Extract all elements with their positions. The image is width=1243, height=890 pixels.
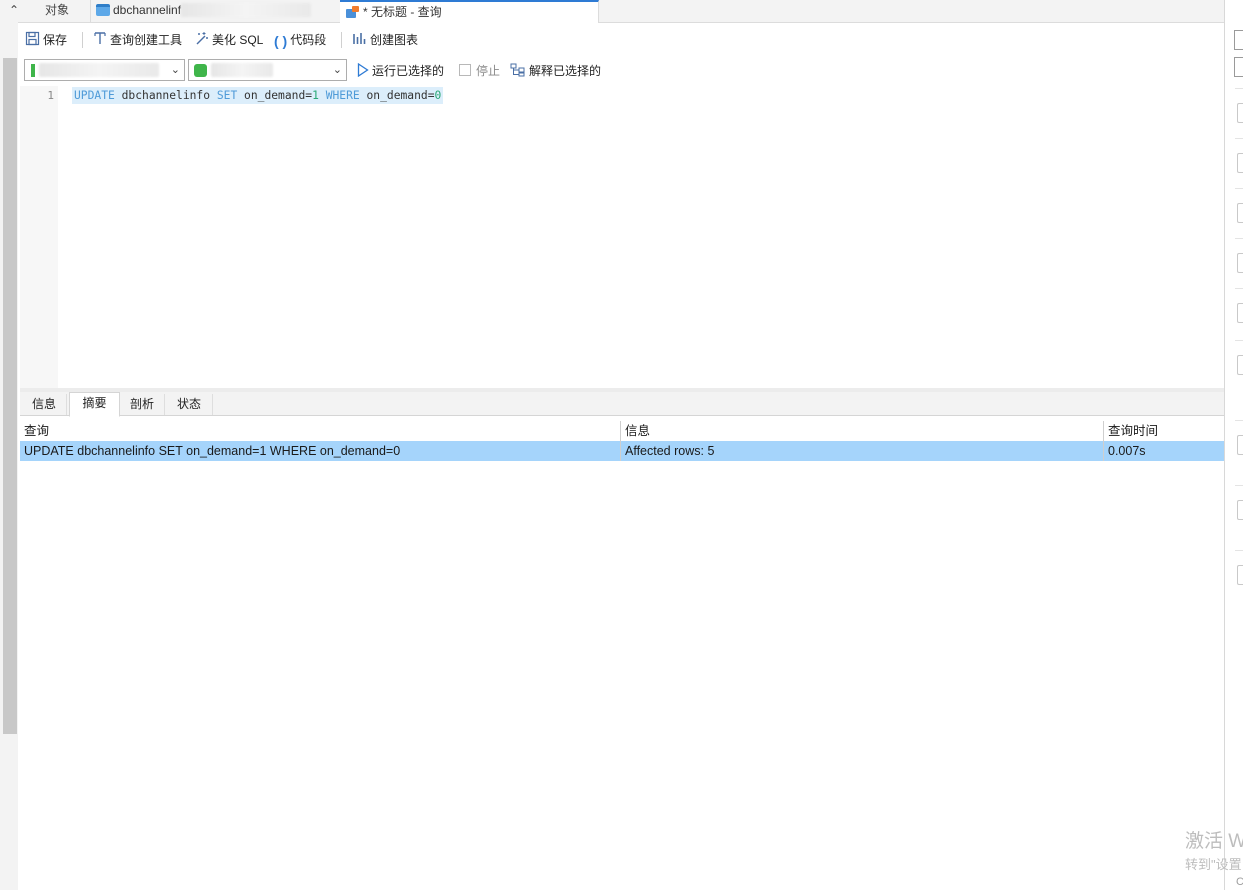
tab-status[interactable]: 状态 bbox=[166, 394, 213, 415]
side-list-item[interactable] bbox=[1235, 550, 1243, 643]
explain-selected-button[interactable]: 解释已选择的 bbox=[510, 62, 601, 80]
side-list-item[interactable] bbox=[1235, 238, 1243, 288]
create-chart-label: 创建图表 bbox=[370, 33, 419, 47]
play-icon bbox=[357, 63, 369, 77]
side-input[interactable] bbox=[1234, 30, 1243, 50]
toolbar-divider bbox=[341, 32, 342, 48]
sql-keyword: UPDATE bbox=[74, 89, 115, 102]
beautify-sql-label: 美化 SQL bbox=[212, 33, 264, 47]
tab-query-label: * 无标题 - 查询 bbox=[363, 5, 442, 19]
sql-text: on_demand= bbox=[359, 89, 435, 102]
sql-text: dbchannelinfo bbox=[114, 89, 217, 102]
tab-table-label: dbchannelinf bbox=[113, 3, 182, 17]
chevron-down-icon: ⌄ bbox=[332, 64, 342, 76]
query-builder-icon bbox=[94, 32, 106, 44]
cell-query-time[interactable]: 0.007s bbox=[1104, 441, 1224, 461]
save-icon bbox=[25, 31, 40, 46]
create-chart-button[interactable]: 创建图表 bbox=[352, 30, 418, 50]
side-list-item[interactable] bbox=[1235, 485, 1243, 548]
activation-watermark-tail: C bbox=[1236, 876, 1243, 888]
query-builder-label: 查询创建工具 bbox=[110, 33, 183, 47]
redacted-text bbox=[211, 63, 273, 77]
table-row[interactable]: UPDATE dbchannelinfo SET on_demand=1 WHE… bbox=[20, 441, 1224, 461]
side-input[interactable] bbox=[1234, 57, 1243, 77]
table-icon bbox=[96, 4, 110, 16]
header-info[interactable]: 信息 bbox=[621, 421, 1104, 441]
sql-keyword: SET bbox=[216, 89, 238, 102]
explain-selected-label: 解释已选择的 bbox=[529, 64, 602, 78]
sql-code-line[interactable]: UPDATE dbchannelinfo SET on_demand=1 WHE… bbox=[72, 87, 444, 104]
grid-header: 查询 信息 查询时间 bbox=[20, 421, 1224, 441]
activation-watermark-sub: 转到"设置 bbox=[1185, 857, 1242, 872]
query-toolbar: 保存 查询创建工具 美化 SQL ( ) 代码段 创建图表 bbox=[20, 24, 1224, 56]
cell-query[interactable]: UPDATE dbchannelinfo SET on_demand=1 WHE… bbox=[20, 441, 621, 461]
sql-keyword: WHERE bbox=[318, 89, 360, 102]
tab-summary[interactable]: 摘要 bbox=[69, 392, 120, 417]
sql-number: 1 bbox=[312, 89, 319, 102]
tab-info[interactable]: 信息 bbox=[22, 394, 67, 415]
connection-select[interactable]: ⌄ bbox=[24, 59, 185, 81]
magic-wand-icon bbox=[196, 32, 208, 45]
sql-text: on_demand= bbox=[237, 89, 313, 102]
sql-editor[interactable]: 1 UPDATE dbchannelinfo SET on_demand=1 W… bbox=[20, 86, 1224, 388]
stop-checkbox bbox=[459, 64, 471, 76]
right-side-panel bbox=[1224, 0, 1243, 890]
code-snippet-label: 代码段 bbox=[290, 33, 327, 47]
side-list-item[interactable] bbox=[1235, 188, 1243, 238]
left-scrollbar[interactable] bbox=[3, 58, 17, 734]
stop-label: 停止 bbox=[476, 64, 501, 78]
code-snippet-button[interactable]: ( ) 代码段 bbox=[274, 30, 326, 50]
side-list-item[interactable] bbox=[1235, 340, 1243, 419]
document-tab-bar: ⌃ 对象 dbchannelinf * 无标题 - 查询 bbox=[0, 0, 1224, 23]
chevron-down-icon: ⌄ bbox=[170, 64, 180, 76]
tab-query[interactable]: * 无标题 - 查询 bbox=[340, 0, 599, 23]
summary-grid: 查询 信息 查询时间 UPDATE dbchannelinfo SET on_d… bbox=[20, 421, 1224, 461]
side-list-item[interactable] bbox=[1235, 138, 1243, 188]
side-list-item[interactable] bbox=[1235, 88, 1243, 138]
tab-profile[interactable]: 剖析 bbox=[120, 394, 165, 415]
toolbar-divider bbox=[82, 32, 83, 48]
connection-icon bbox=[31, 64, 35, 77]
connection-selector-row: ⌄ ⌄ 运行已选择的 停止 解释已选择的 bbox=[20, 57, 1224, 85]
side-list-item[interactable] bbox=[1235, 288, 1243, 338]
code-snippet-icon: ( ) bbox=[274, 33, 288, 49]
run-selected-button[interactable]: 运行已选择的 bbox=[357, 62, 444, 80]
save-label: 保存 bbox=[43, 33, 68, 47]
run-selected-label: 运行已选择的 bbox=[372, 64, 445, 78]
result-tab-bar: 信息 摘要 剖析 状态 bbox=[20, 392, 1224, 417]
database-icon bbox=[194, 64, 207, 77]
database-select[interactable]: ⌄ bbox=[188, 59, 347, 81]
line-number-gutter: 1 bbox=[20, 86, 58, 388]
query-builder-button[interactable]: 查询创建工具 bbox=[93, 30, 182, 50]
header-query[interactable]: 查询 bbox=[20, 421, 621, 441]
stop-button[interactable]: 停止 bbox=[459, 62, 500, 80]
tab-objects[interactable]: 对象 bbox=[24, 0, 91, 22]
beautify-sql-button[interactable]: 美化 SQL bbox=[194, 30, 263, 50]
tab-table[interactable]: dbchannelinf bbox=[92, 0, 343, 22]
save-button[interactable]: 保存 bbox=[25, 30, 67, 50]
redacted-text bbox=[39, 63, 159, 77]
left-panel-strip bbox=[0, 22, 18, 890]
side-list-item[interactable] bbox=[1235, 420, 1243, 483]
explain-icon bbox=[510, 63, 525, 77]
chart-icon bbox=[353, 33, 366, 44]
redacted-text bbox=[181, 3, 312, 17]
query-icon bbox=[346, 6, 360, 18]
activation-watermark: 激活 W bbox=[1185, 831, 1243, 852]
header-query-time[interactable]: 查询时间 bbox=[1104, 421, 1224, 441]
line-number: 1 bbox=[47, 89, 54, 102]
collapse-up-icon[interactable]: ⌃ bbox=[6, 0, 22, 22]
cell-info[interactable]: Affected rows: 5 bbox=[621, 441, 1104, 461]
sql-number: 0 bbox=[434, 89, 442, 102]
